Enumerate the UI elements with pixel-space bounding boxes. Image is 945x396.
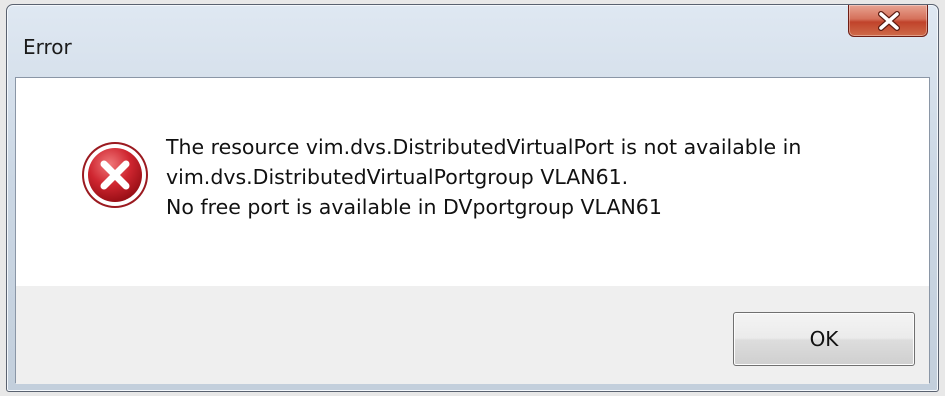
error-dialog-window: Error The resource vim.dvs.DistributedVi… [6, 4, 939, 392]
message-line-3: No free port is available in DVportgroup… [166, 195, 662, 219]
button-bar: OK [16, 286, 929, 384]
close-button[interactable] [848, 5, 928, 37]
message-line-2: vim.dvs.DistributedVirtualPortgroup VLAN… [166, 165, 629, 189]
message-line-1: The resource vim.dvs.DistributedVirtualP… [166, 135, 802, 159]
message-area: The resource vim.dvs.DistributedVirtualP… [16, 78, 929, 286]
window-title: Error [23, 35, 72, 59]
dialog-client-area: The resource vim.dvs.DistributedVirtualP… [15, 77, 930, 384]
error-icon [82, 142, 148, 208]
ok-button[interactable]: OK [733, 312, 915, 366]
close-icon [878, 11, 900, 31]
error-message: The resource vim.dvs.DistributedVirtualP… [166, 132, 906, 222]
title-bar[interactable]: Error [7, 5, 938, 75]
